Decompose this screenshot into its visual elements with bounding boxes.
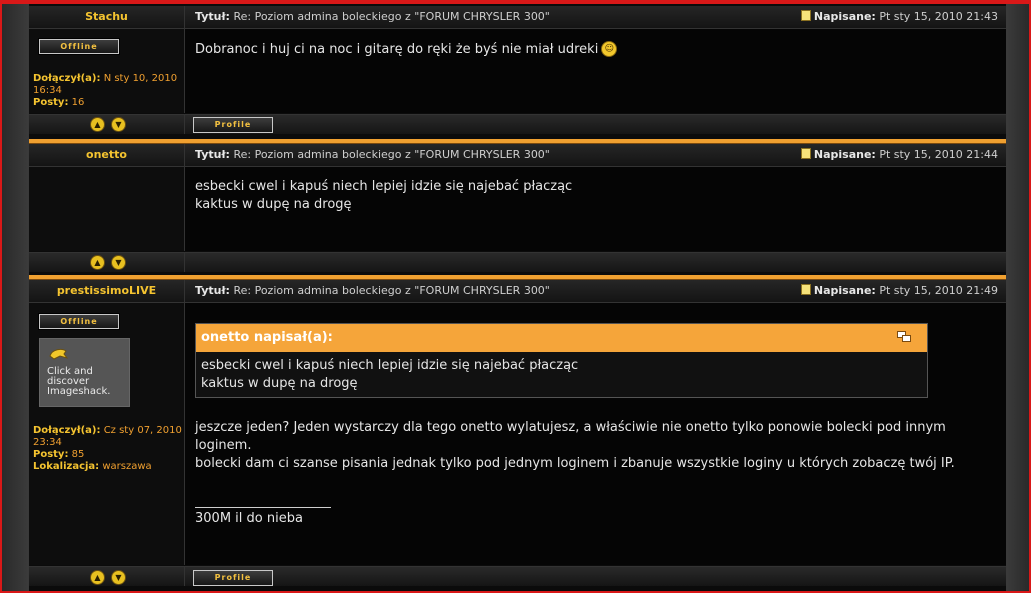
post-icon: [800, 10, 811, 21]
divider: [184, 280, 185, 302]
forum-post-list: Stachu Tytuł: Re: Poziom admina boleckie…: [28, 4, 1007, 593]
divider: [184, 144, 185, 166]
post-title: Tytuł: Re: Poziom admina boleckiego z "F…: [195, 284, 550, 297]
divider: [184, 253, 185, 272]
divider: [184, 6, 185, 28]
post-date: Napisane: Pt sty 15, 2010 21:43: [800, 6, 998, 28]
arrow-down-icon[interactable]: ▼: [111, 570, 126, 585]
quote-header: onetto napisał(a):: [196, 324, 927, 352]
post-author[interactable]: prestissimoLIVE: [29, 280, 184, 302]
quote-icon[interactable]: [897, 331, 911, 343]
arrow-down-icon[interactable]: ▼: [111, 117, 126, 132]
post-footer: ▲ ▼ Profile: [29, 566, 1006, 586]
author-meta: Dołączył(a): N sty 10, 2010 16:34 Posty:…: [33, 73, 178, 108]
post-header: Stachu Tytuł: Re: Poziom admina boleckie…: [29, 6, 1006, 29]
post-author-panel: [29, 167, 184, 251]
post-title: Tytuł: Re: Poziom admina boleckiego z "F…: [195, 148, 550, 161]
signature: 300M il do nieba: [195, 511, 303, 526]
post-message: Dobranoc i huj ci na noc i gitarę do ręk…: [195, 41, 985, 59]
avatar[interactable]: Click and discover Imageshack.: [39, 338, 130, 407]
post-message: jeszcze jeden? Jeden wystarczy dla tego …: [195, 420, 955, 471]
post-message: esbecki cwel i kapuś niech lepiej idzie …: [195, 179, 573, 212]
imageshack-frog-icon: [49, 348, 68, 360]
quote-author: onetto napisał(a):: [201, 330, 333, 345]
post-header: onetto Tytuł: Re: Poziom admina boleckie…: [29, 144, 1006, 167]
profile-button[interactable]: Profile: [193, 117, 273, 133]
post-icon: [800, 284, 811, 295]
divider: [184, 115, 185, 134]
smiley-icon: ☺: [601, 41, 618, 57]
quote-box: onetto napisał(a): esbecki cwel i kapuś …: [195, 323, 928, 398]
post-author[interactable]: Stachu: [29, 6, 184, 28]
post-author-panel: Offline Dołączył(a): N sty 10, 2010 16:3…: [29, 29, 184, 113]
arrow-up-icon[interactable]: ▲: [90, 117, 105, 132]
post-date: Napisane: Pt sty 15, 2010 21:49: [800, 280, 998, 302]
author-meta: Dołączył(a): Cz sty 07, 2010 23:34 Posty…: [33, 425, 182, 472]
post-title: Tytuł: Re: Poziom admina boleckiego z "F…: [195, 10, 550, 23]
post-footer: ▲ ▼: [29, 252, 1006, 272]
left-gutter: [2, 4, 28, 593]
post-icon: [800, 148, 811, 159]
post-footer: ▲ ▼ Profile: [29, 114, 1006, 134]
right-gutter: [1006, 4, 1029, 593]
divider: [184, 567, 185, 586]
post-author[interactable]: onetto: [29, 144, 184, 166]
post-date: Napisane: Pt sty 15, 2010 21:44: [800, 144, 998, 166]
post-author-panel: Offline Click and discover Imageshack. D…: [29, 303, 184, 565]
signature-divider: [195, 507, 331, 508]
arrow-up-icon[interactable]: ▲: [90, 255, 105, 270]
arrow-up-icon[interactable]: ▲: [90, 570, 105, 585]
post-header: prestissimoLIVE Tytuł: Re: Poziom admina…: [29, 280, 1006, 303]
profile-button[interactable]: Profile: [193, 570, 273, 586]
status-badge: Offline: [39, 39, 119, 54]
status-badge: Offline: [39, 314, 119, 329]
avatar-text: Click and discover Imageshack.: [47, 366, 111, 397]
arrow-down-icon[interactable]: ▼: [111, 255, 126, 270]
quote-body: esbecki cwel i kapuś niech lepiej idzie …: [201, 358, 579, 391]
